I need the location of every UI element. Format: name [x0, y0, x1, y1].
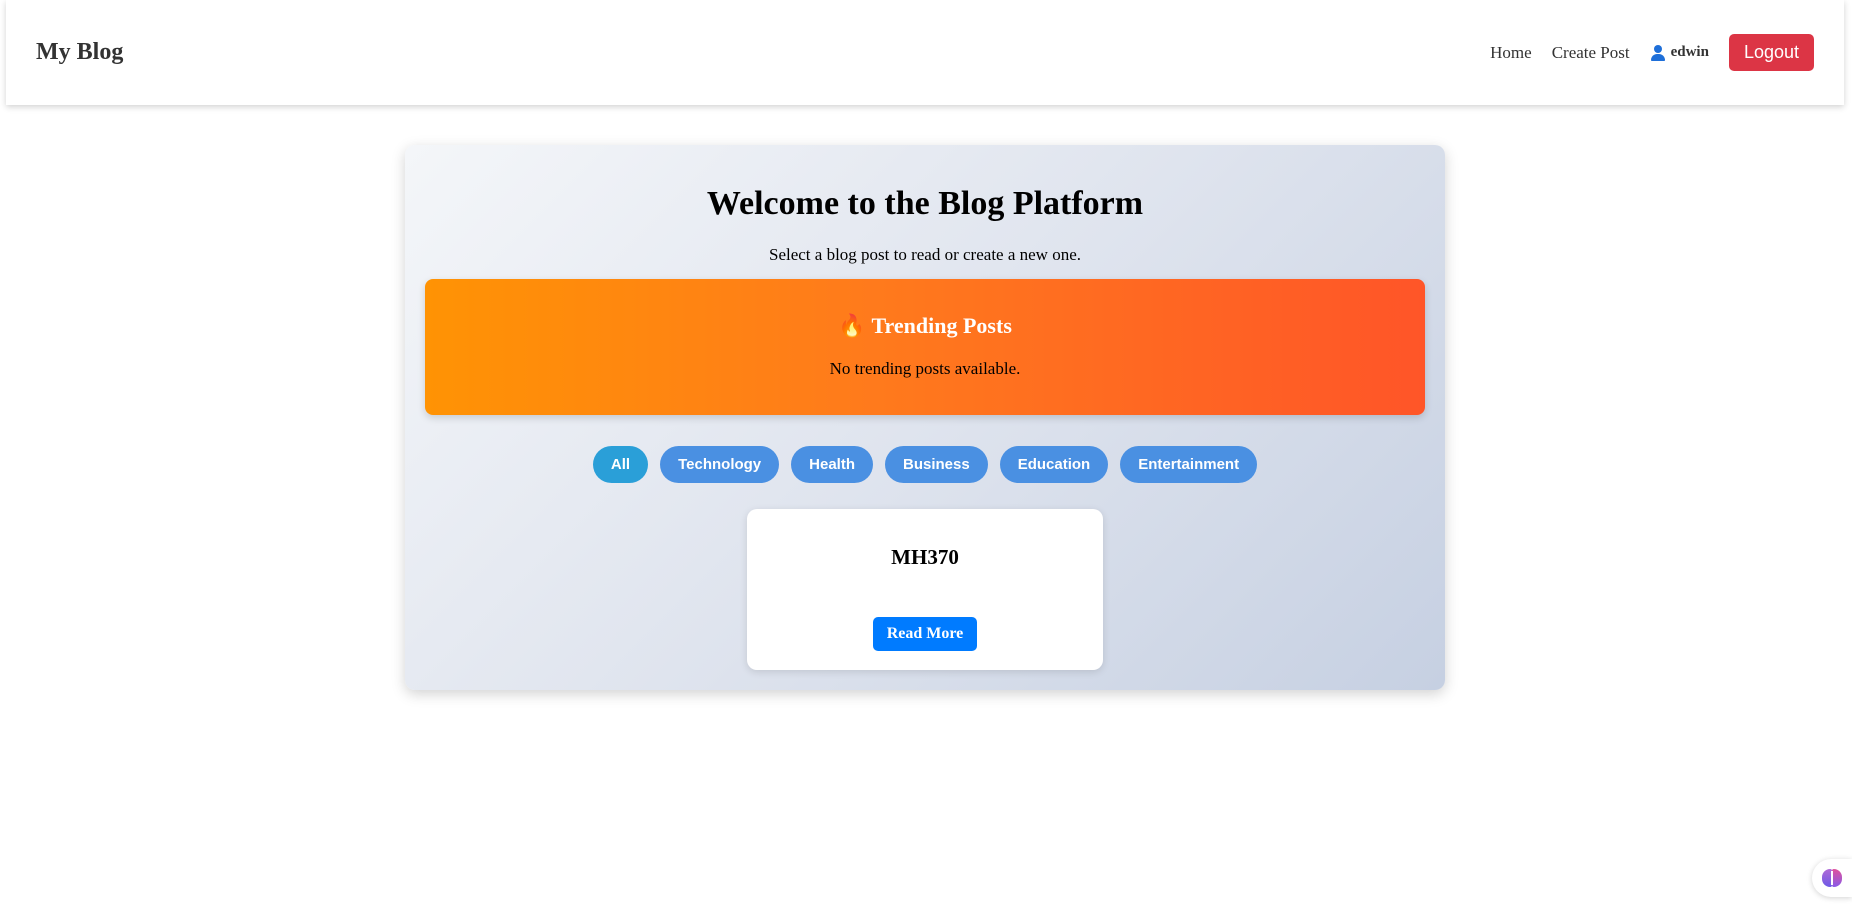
trending-heading: 🔥 Trending Posts: [425, 313, 1425, 339]
nav-link-home[interactable]: Home: [1490, 43, 1532, 63]
trending-empty-message: No trending posts available.: [829, 359, 1021, 378]
page-title: Welcome to the Blog Platform: [706, 185, 1144, 222]
trending-title: Trending Posts: [871, 313, 1012, 338]
filter-education[interactable]: Education: [999, 446, 1109, 483]
user-info: edwin: [1650, 44, 1709, 61]
post-title: MH370: [891, 545, 959, 569]
nav-link-create-post[interactable]: Create Post: [1552, 43, 1630, 63]
filter-technology[interactable]: Technology: [660, 446, 780, 483]
read-more-button[interactable]: Read More: [873, 617, 977, 651]
category-filters: All Technology Health Business Education…: [405, 446, 1445, 483]
username: edwin: [1670, 44, 1709, 60]
trending-section: 🔥 Trending Posts No trending posts availa…: [425, 279, 1425, 415]
filter-all[interactable]: All: [592, 446, 649, 483]
welcome-card: Welcome to the Blog Platform Select a bl…: [405, 145, 1445, 690]
filter-business[interactable]: Business: [885, 446, 988, 483]
nav-links: Home Create Post edwin Logout: [1490, 34, 1814, 71]
page-subtitle: Select a blog post to read or create a n…: [768, 245, 1081, 264]
logout-button[interactable]: Logout: [1728, 34, 1814, 71]
navbar: My Blog Home Create Post edwin Logout: [6, 0, 1844, 105]
user-icon: [1650, 44, 1666, 61]
post-card: MH370 Read More: [747, 509, 1103, 670]
filter-health[interactable]: Health: [791, 446, 873, 483]
assistant-widget-button[interactable]: [1812, 859, 1852, 897]
fire-icon: 🔥: [838, 313, 866, 338]
filter-entertainment[interactable]: Entertainment: [1120, 446, 1258, 483]
brand-logo[interactable]: My Blog: [36, 39, 123, 66]
brain-icon: [1822, 869, 1842, 887]
